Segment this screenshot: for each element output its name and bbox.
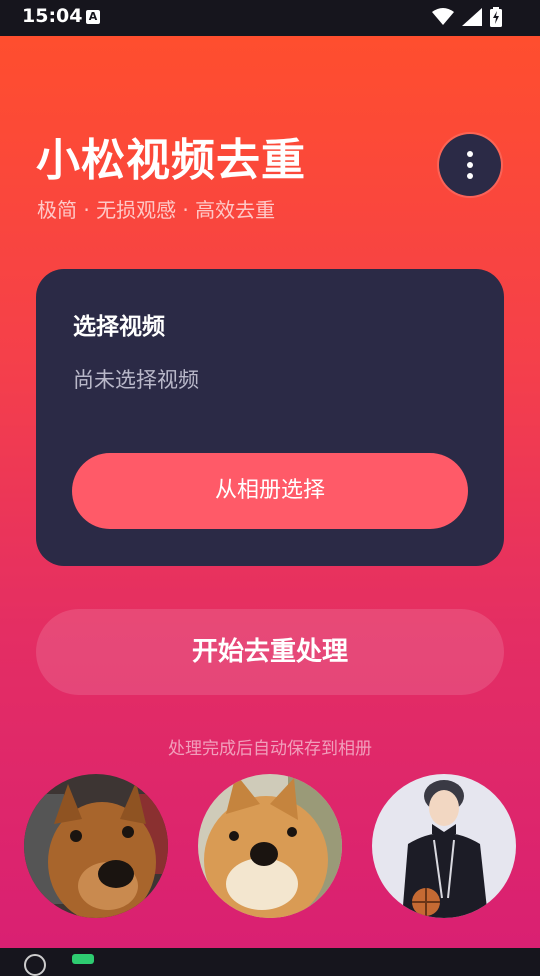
video-selection-status: 尚未选择视频 bbox=[73, 368, 199, 392]
more-vertical-icon-dot bbox=[467, 162, 473, 168]
more-menu-button[interactable] bbox=[439, 134, 501, 196]
brown-dog-avatar bbox=[24, 774, 168, 918]
auto-save-hint: 处理完成后自动保存到相册 bbox=[168, 739, 372, 759]
start-dedup-button[interactable]: 开始去重处理 bbox=[36, 609, 504, 695]
font-a-icon: A bbox=[86, 10, 100, 24]
main-screen: 小松视频去重 极简 · 无损观感 · 高效去重 选择视频 尚未选择视频 从相册选… bbox=[0, 36, 540, 948]
app-title: 小松视频去重 bbox=[36, 135, 306, 186]
wifi-icon bbox=[432, 8, 454, 25]
pick-from-album-button[interactable]: 从相册选择 bbox=[72, 453, 468, 529]
signal-icon bbox=[462, 8, 482, 26]
status-time: 15:04 bbox=[22, 5, 83, 27]
battery-charging-icon bbox=[490, 7, 502, 27]
more-vertical-icon bbox=[467, 151, 473, 157]
person-basketball-avatar bbox=[372, 774, 516, 918]
more-vertical-icon-dot bbox=[467, 173, 473, 179]
status-icons bbox=[432, 7, 502, 27]
home-icon[interactable] bbox=[24, 954, 46, 976]
app-shortcut-icon[interactable] bbox=[72, 954, 94, 964]
shiba-dog-avatar bbox=[198, 774, 342, 918]
app-subtitle: 极简 · 无损观感 · 高效去重 bbox=[37, 198, 276, 222]
navigation-bar bbox=[0, 948, 540, 976]
select-video-card: 选择视频 尚未选择视频 从相册选择 bbox=[36, 269, 504, 566]
card-title: 选择视频 bbox=[73, 314, 165, 340]
status-bar: 15:04 A bbox=[0, 0, 540, 36]
